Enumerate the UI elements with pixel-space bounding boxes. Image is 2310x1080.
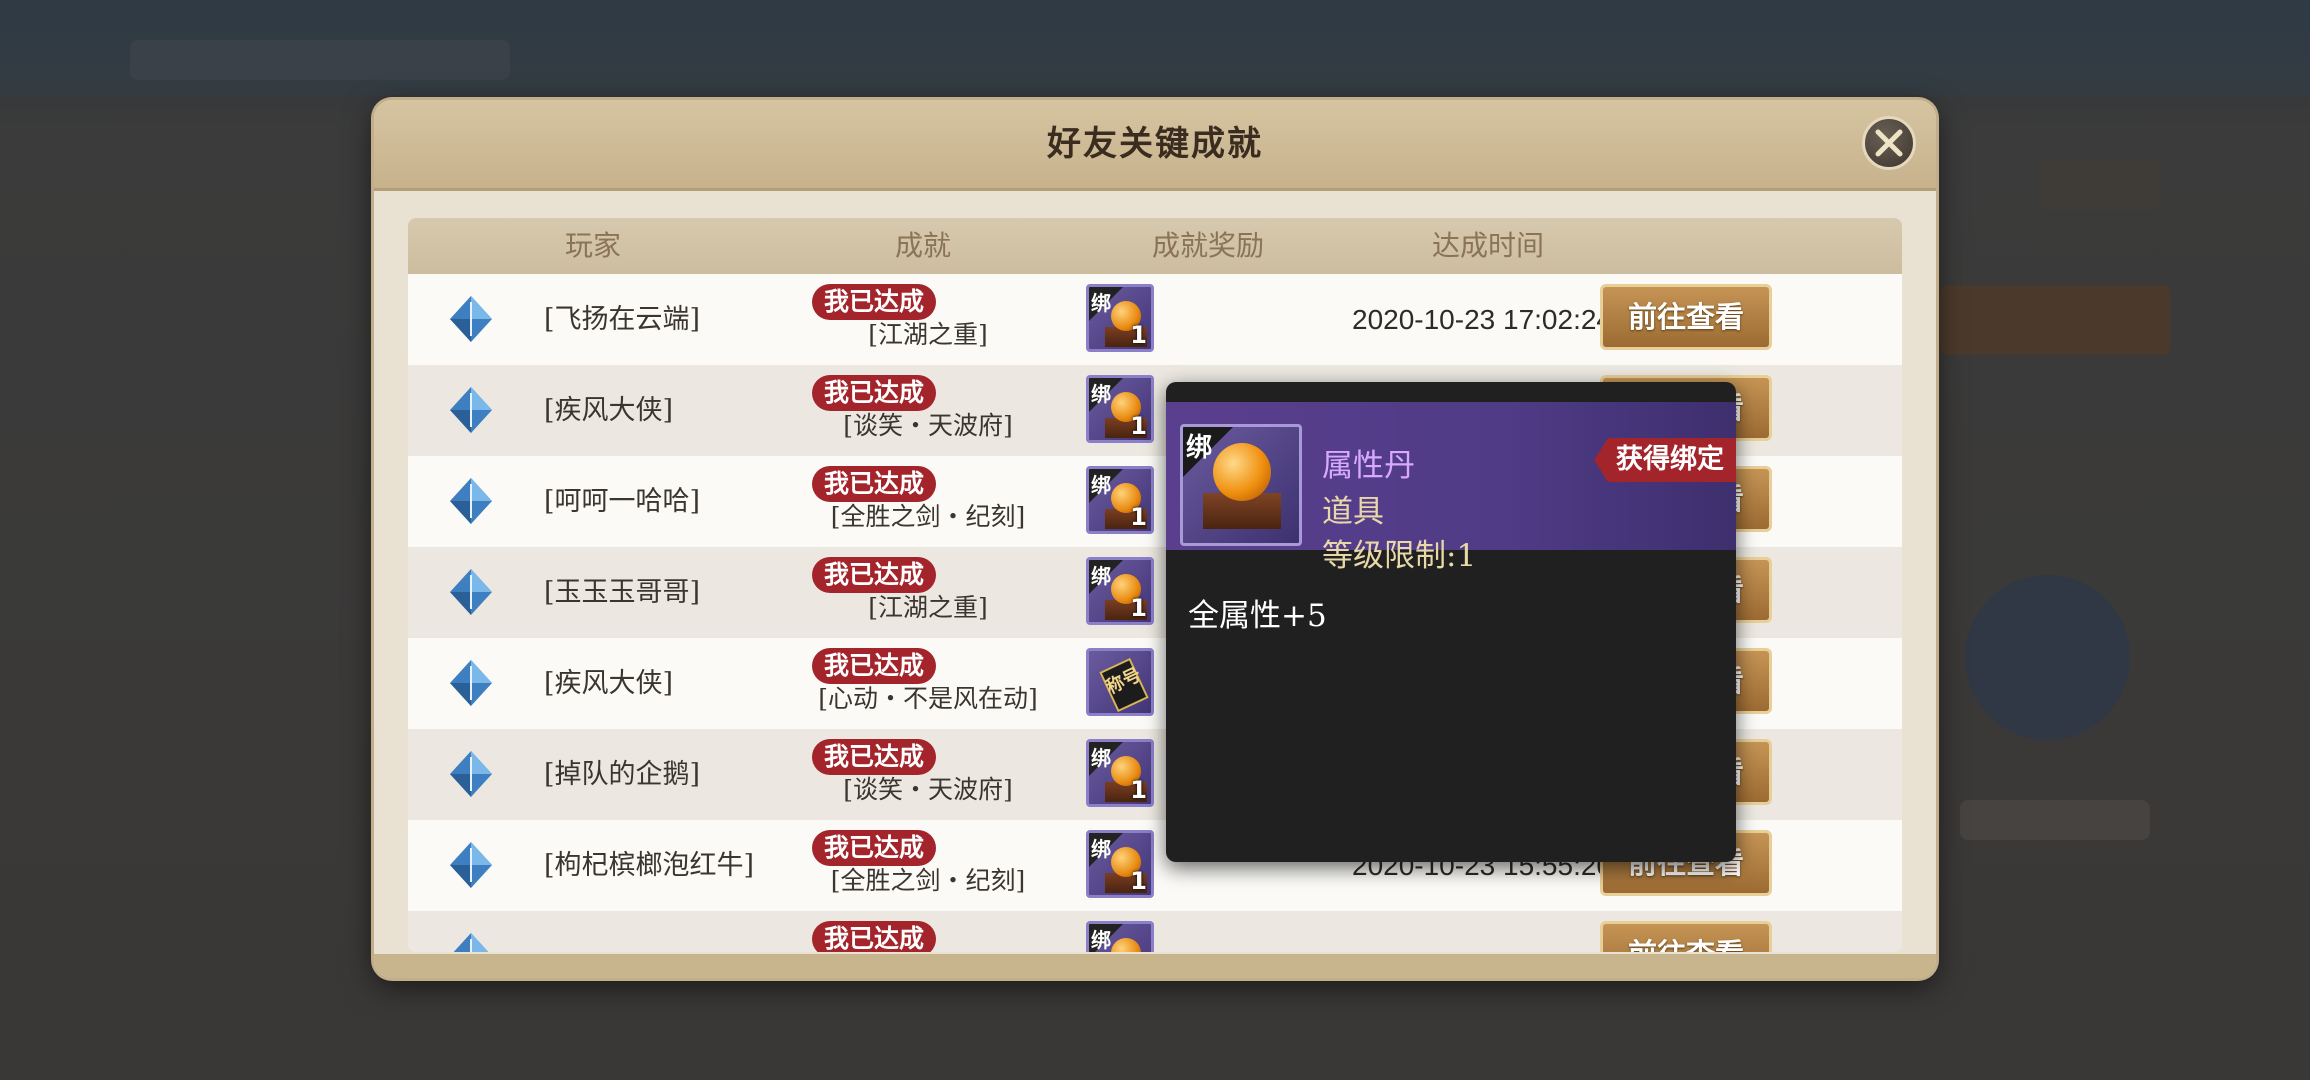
achievement-name: [谈笑・天波府] [843,411,1013,440]
player-name[interactable]: [疾风大侠] [544,365,673,456]
tooltip-header: 绑 属性丹 道具 等级限制:1 获得绑定 [1166,402,1736,574]
achieved-badge: 我已达成 [812,739,937,775]
player-name[interactable]: [枸杞槟榔泡红牛] [544,820,754,911]
player-diamond-icon [450,387,492,433]
bind-label: 绑 [1091,837,1111,861]
item-level-limit: 等级限制:1 [1322,538,1477,574]
achieved-badge: 我已达成 [812,921,937,952]
background-panel [2040,160,2160,210]
player-name[interactable]: [掉队的企鹅] [544,729,700,820]
player-diamond-icon [450,660,492,706]
achievement-name: [江湖之重] [868,320,988,349]
close-button[interactable] [1862,116,1916,170]
bind-label: 绑 [1091,564,1111,588]
reward-item-slot[interactable]: 绑1 [1086,557,1154,625]
achieved-badge: 我已达成 [812,375,937,411]
reward-item-slot[interactable]: 绑1 [1086,284,1154,352]
achieved-badge: 我已达成 [812,648,937,684]
achieved-badge: 我已达成 [812,557,937,593]
background-button [1940,285,2170,355]
table-header: 玩家 成就 成就奖励 达成时间 [408,218,1902,274]
background-header-text [130,40,510,80]
item-name: 属性丹 [1322,448,1415,484]
achieved-badge: 我已达成 [812,830,937,866]
reward-quantity: 1 [1130,503,1147,531]
player-diamond-icon [450,751,492,797]
bind-label: 绑 [1091,473,1111,497]
bind-label: 绑 [1091,382,1111,406]
reward-quantity: 1 [1130,867,1147,895]
bind-status-ribbon: 获得绑定 [1594,438,1736,482]
item-type: 道具 [1322,494,1384,530]
achievement-name: [全胜之剑・纪刻] [830,866,1026,895]
reward-quantity: 1 [1130,776,1147,804]
goto-view-button[interactable]: 前往查看 [1600,284,1772,350]
player-diamond-icon [450,569,492,615]
bind-label: 绑 [1091,291,1111,315]
achievement-name: [全胜之剑・纪刻] [830,502,1026,531]
bind-label: 绑 [1186,433,1213,463]
reward-quantity: 1 [1130,321,1147,349]
table-row: 我已达成 绑 前往查看 [408,911,1902,952]
attribute-pill-icon: 绑 [1180,424,1302,546]
item-tooltip: 绑 属性丹 道具 等级限制:1 获得绑定 全属性+5 [1166,382,1736,862]
achievement-time: 2020-10-23 17:02:24 [1352,304,1612,335]
player-name[interactable]: [疾风大侠] [544,638,673,729]
achieved-badge: 我已达成 [812,284,937,320]
reward-item-slot[interactable]: 绑1 [1086,830,1154,898]
reward-item-slot[interactable]: 绑 [1086,921,1154,952]
player-name[interactable]: [飞扬在云端] [544,274,700,365]
background-label [1960,800,2150,840]
column-achievement: 成就 [894,229,951,262]
bind-label: 绑 [1091,928,1111,952]
close-icon [1875,129,1903,157]
player-diamond-icon [453,933,489,952]
player-diamond-icon [450,478,492,524]
dialog-bottom-bar [374,954,1936,978]
player-diamond-icon [450,296,492,342]
table-row: [飞扬在云端] 我已达成 [江湖之重] 绑 1 2020-10-23 17:02:24 前往… [408,274,1902,365]
column-time: 达成时间 [1431,229,1544,262]
dialog-title: 好友关键成就 [1047,124,1263,164]
achievement-name: [谈笑・天波府] [843,775,1013,804]
reward-quantity: 1 [1130,594,1147,622]
reward-quantity: 1 [1130,412,1147,440]
achievement-name: [江湖之重] [868,593,988,622]
column-player: 玩家 [564,229,621,262]
reward-item-slot[interactable]: 绑1 [1086,375,1154,443]
achievement-name: [心动・不是风在动] [818,684,1038,713]
column-reward: 成就奖励 [1151,229,1264,262]
reward-item-slot[interactable]: 称号 [1086,648,1154,716]
reward-item-slot[interactable]: 绑1 [1086,739,1154,807]
player-diamond-icon [450,842,492,888]
goto-view-button[interactable]: 前往查看 [1600,921,1772,952]
item-attribute: 全属性+5 [1188,598,1327,634]
bind-label: 绑 [1091,746,1111,770]
reward-item-slot[interactable]: 绑1 [1086,466,1154,534]
achieved-badge: 我已达成 [812,466,937,502]
player-name[interactable]: [玉玉玉哥哥] [544,547,700,638]
background-avatar [1965,575,2130,740]
player-name[interactable]: [呵呵一哈哈] [544,456,700,547]
